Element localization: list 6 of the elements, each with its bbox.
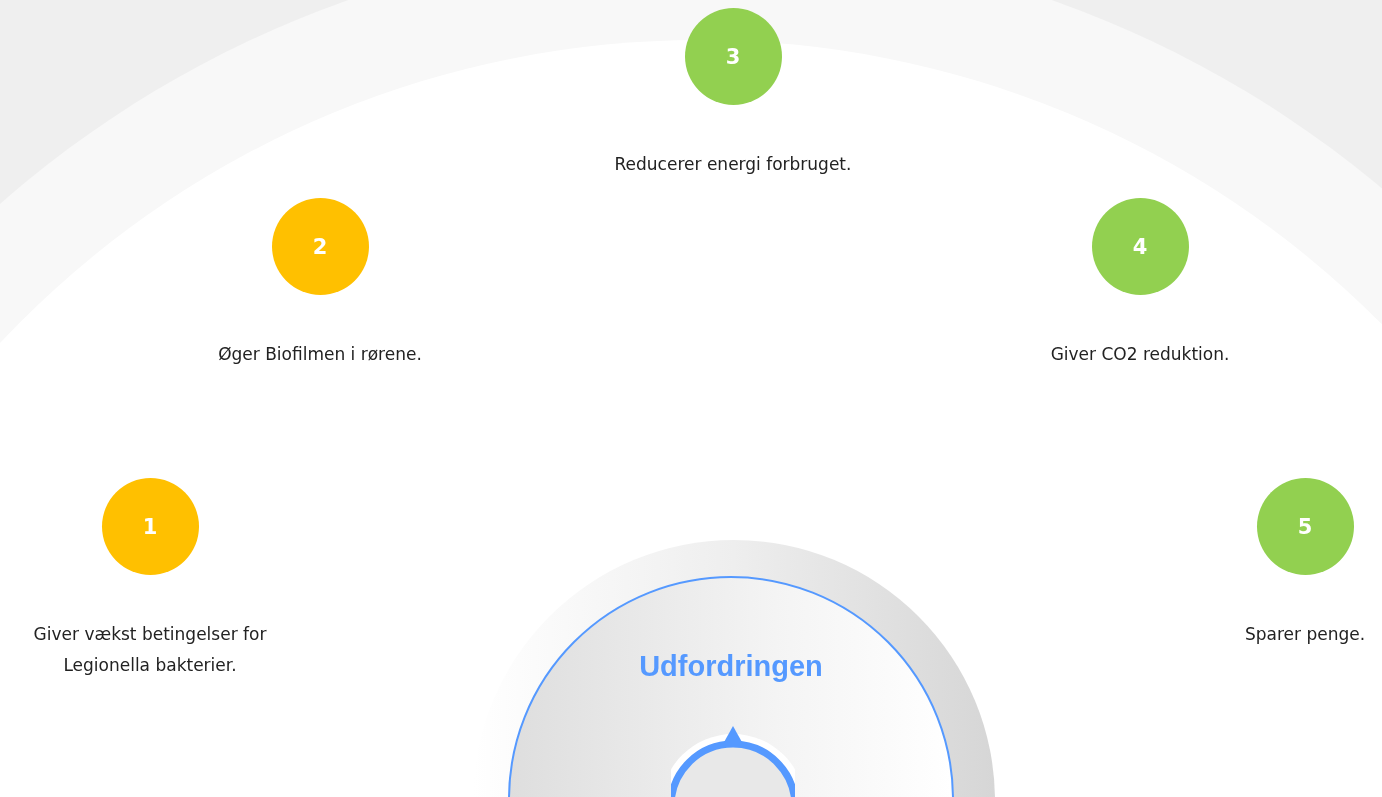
step-text: Øger Biofilmen i rørene. [218, 343, 422, 366]
step-text: Reducerer energi forbruget. [614, 153, 852, 176]
step-text: Giver vækst betingelser for Legionella bakterier. [32, 623, 268, 677]
step-text: Giver CO2 reduktion. [1050, 343, 1230, 366]
dial-title: Udfordringen [639, 650, 823, 683]
step-text: Sparer penge. [1244, 623, 1366, 646]
